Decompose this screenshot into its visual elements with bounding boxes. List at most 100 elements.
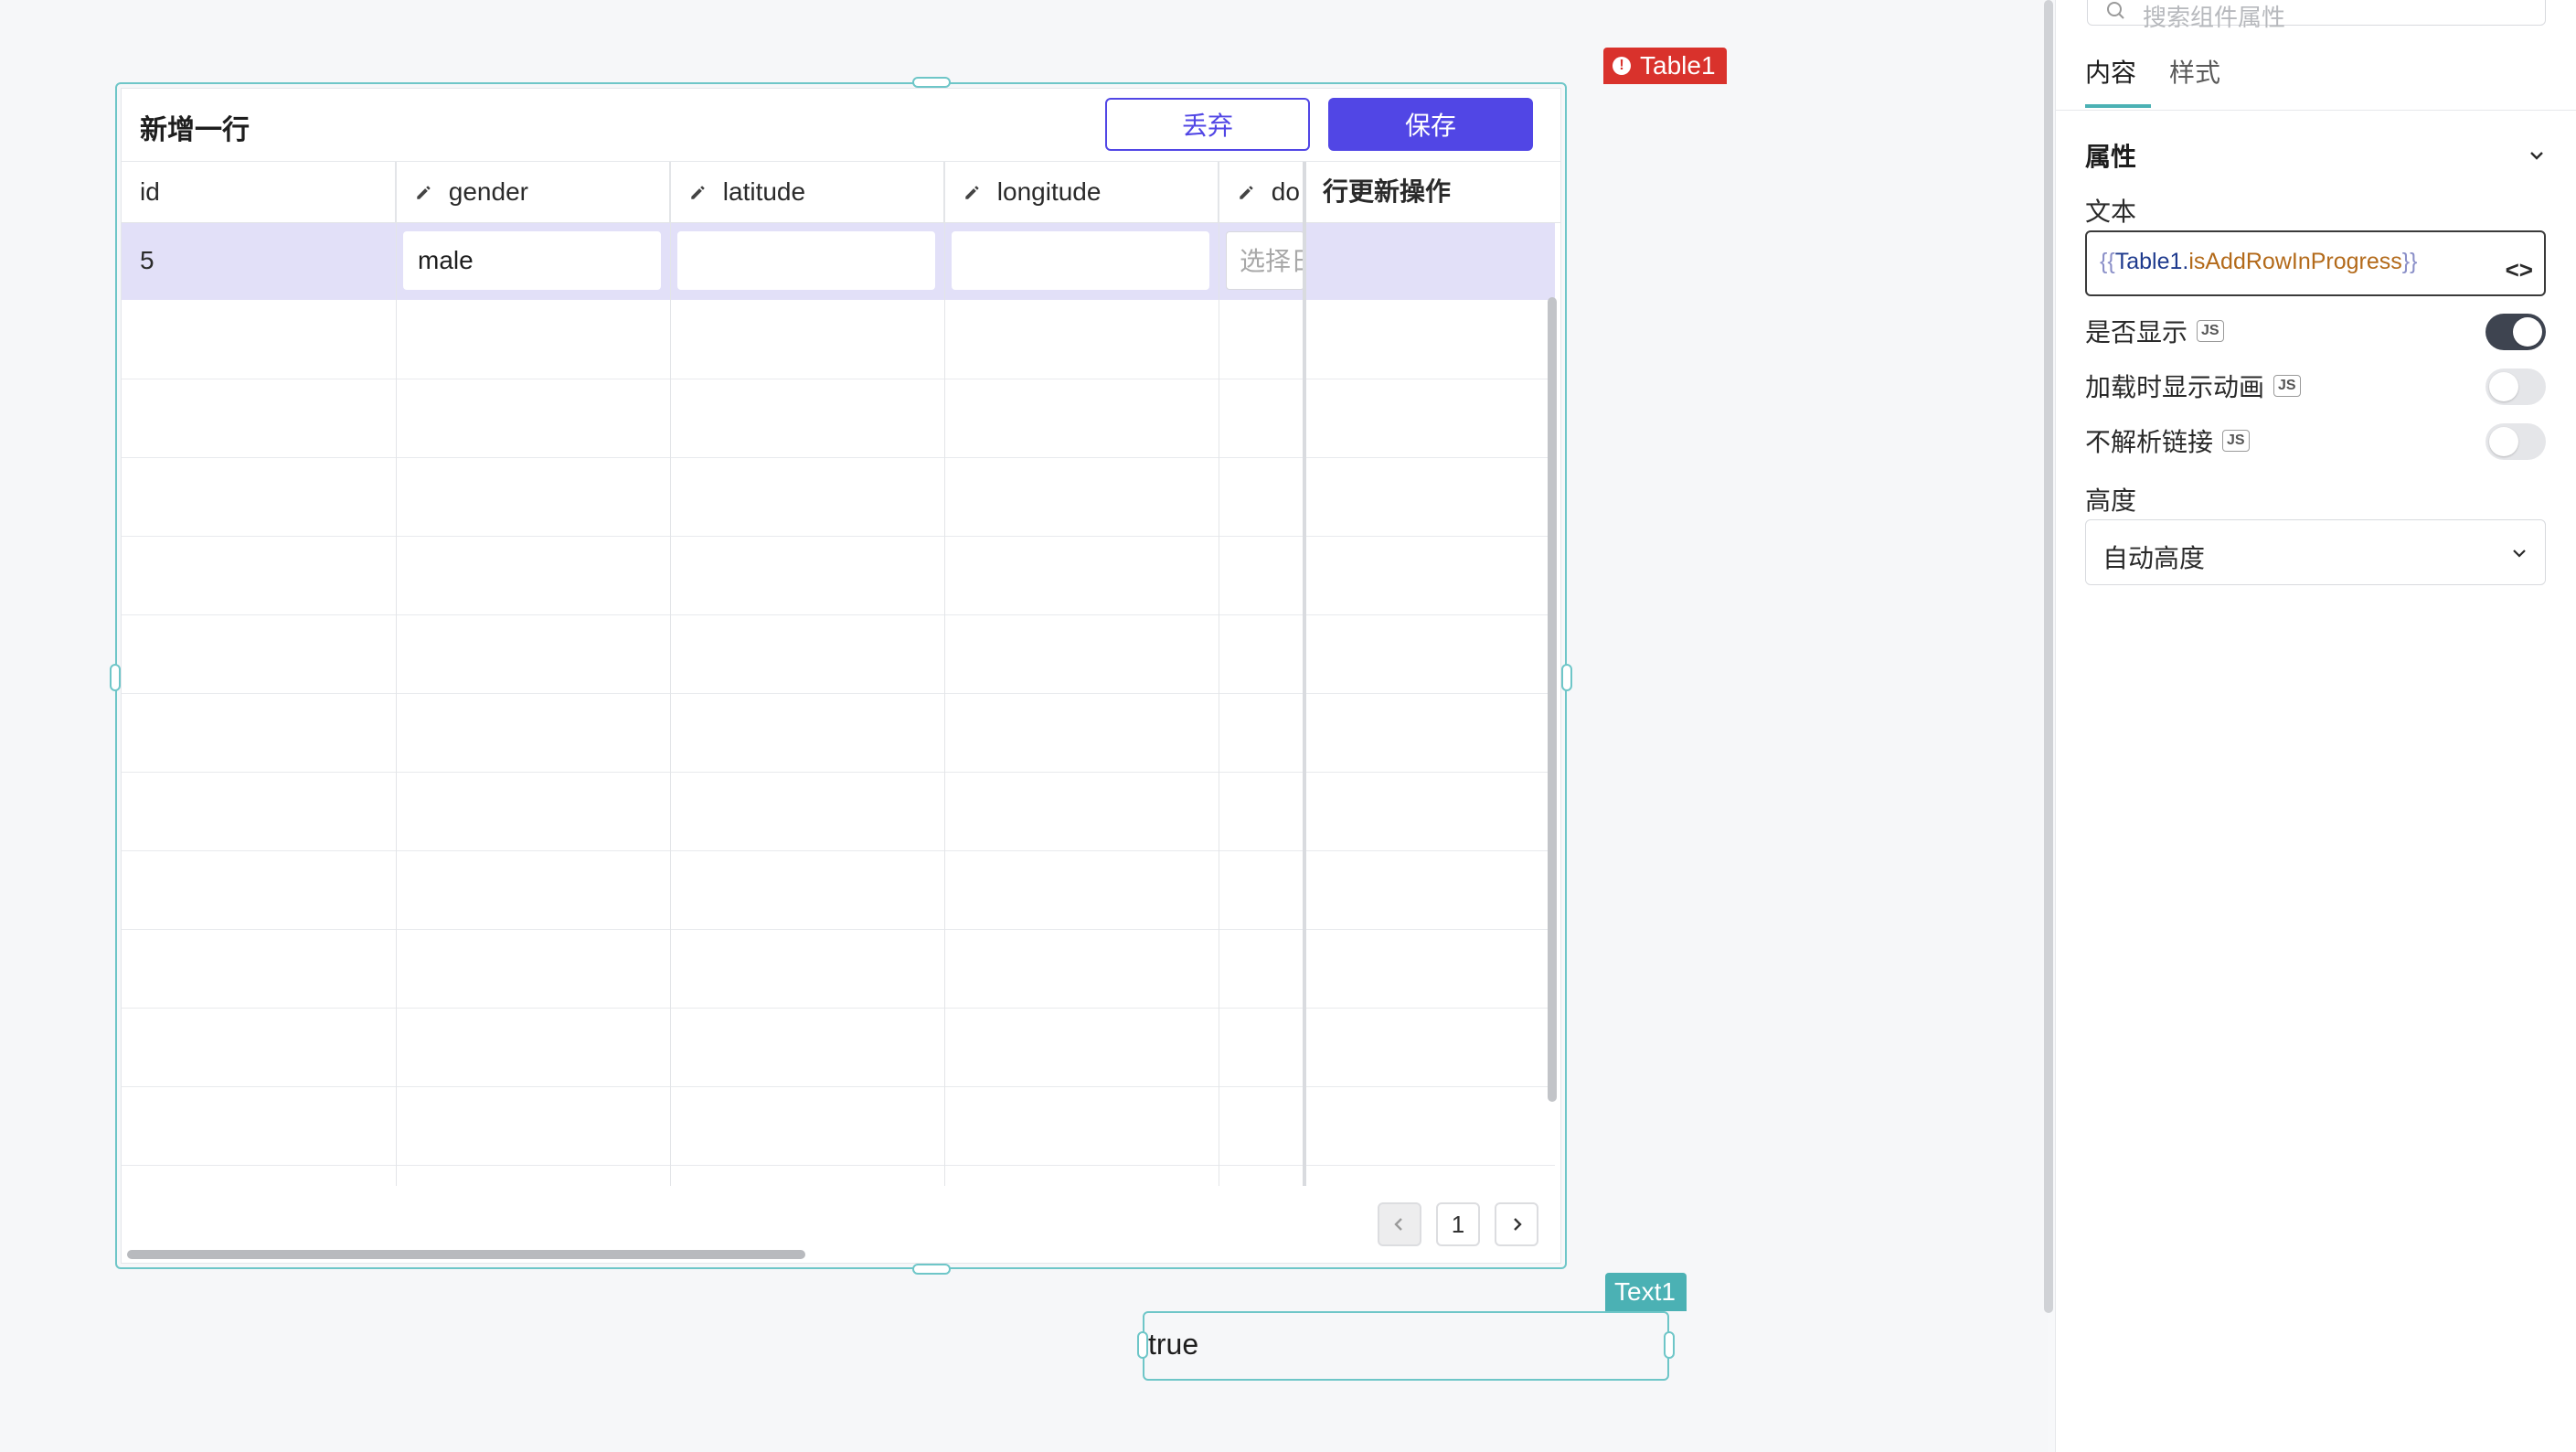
toggle-label: 加载时显示动画: [2085, 373, 2265, 401]
property-search-placeholder: 搜索组件属性: [2143, 4, 2286, 31]
table-row[interactable]: [122, 301, 1555, 379]
column-divider: [670, 162, 671, 1186]
latitude-input[interactable]: [677, 231, 935, 290]
tab-content[interactable]: 内容: [2085, 53, 2136, 90]
column-divider: [944, 162, 945, 1186]
text-field-label: 文本: [2085, 192, 2136, 229]
resize-handle-left[interactable]: [110, 664, 121, 691]
height-select-value: 自动高度: [2102, 544, 2206, 572]
error-alert-icon: !: [1613, 57, 1631, 75]
chevron-down-icon: [2513, 550, 2526, 558]
toggle-knob: [2513, 317, 2542, 347]
tab-style[interactable]: 样式: [2169, 53, 2220, 90]
table-row[interactable]: [122, 851, 1555, 930]
loading-animation-toggle[interactable]: [2486, 368, 2546, 405]
search-icon: [2107, 2, 2124, 19]
resize-handle-top[interactable]: [912, 77, 951, 88]
column-header-row-actions[interactable]: 行更新操作: [1304, 162, 1555, 222]
prev-page-button[interactable]: [1378, 1202, 1421, 1246]
edit-pencil-icon: [417, 186, 431, 199]
toggle-row-loading-animation: 加载时显示动画 JS: [2085, 368, 2301, 404]
resize-handle-left[interactable]: [1137, 1331, 1148, 1359]
binding-object: Table1: [2114, 249, 2183, 274]
binding-open-brace: {{: [2100, 249, 2115, 274]
column-header-id[interactable]: id: [122, 162, 396, 222]
section-title-properties[interactable]: 属性: [2085, 137, 2136, 174]
column-header-gender[interactable]: gender: [396, 162, 670, 222]
resize-handle-right[interactable]: [1561, 664, 1572, 691]
binding-expression: {{Table1.isAddRowInProgress}}: [2100, 249, 2417, 275]
visible-toggle[interactable]: [2486, 314, 2546, 350]
text-widget-name-tag[interactable]: Text1: [1605, 1273, 1687, 1311]
table-widget-name-tag[interactable]: ! Table1: [1603, 48, 1727, 84]
text-widget-value: true: [1148, 1328, 1199, 1361]
column-header-longitude[interactable]: longitude: [944, 162, 1219, 222]
save-button[interactable]: 保存: [1328, 98, 1533, 151]
frozen-column-divider: [1303, 162, 1306, 1186]
table-row[interactable]: [122, 1009, 1555, 1087]
tab-divider: [2056, 110, 2576, 111]
field-label-text: 高度: [2085, 486, 2137, 515]
column-divider: [396, 162, 397, 1186]
table-row[interactable]: [122, 773, 1555, 851]
resize-handle-right[interactable]: [1664, 1331, 1675, 1359]
js-toggle-badge[interactable]: JS: [2273, 375, 2301, 397]
edit-pencil-icon: [691, 186, 705, 199]
editor-canvas: ! Table1 新增一行 丢弃 保存 id gender latitude l…: [0, 0, 2048, 1452]
chevron-left-icon: [1394, 1218, 1402, 1231]
column-header-label: do: [1271, 177, 1300, 206]
table-widget-name: Table1: [1640, 51, 1716, 80]
new-row-id-cell: 5: [140, 246, 154, 274]
binding-property: isAddRowInProgress: [2188, 249, 2402, 274]
toggle-knob: [2489, 372, 2518, 401]
horizontal-scrollbar[interactable]: [127, 1250, 805, 1259]
column-header-label: longitude: [996, 177, 1102, 206]
longitude-input[interactable]: [952, 231, 1209, 290]
canvas-scrollbar[interactable]: [2044, 0, 2053, 1313]
chevron-right-icon: [1514, 1218, 1522, 1231]
height-select[interactable]: 自动高度: [2085, 519, 2546, 585]
chevron-down-icon[interactable]: [2528, 146, 2546, 165]
table-row[interactable]: [122, 1087, 1555, 1166]
field-label-text: 文本: [2085, 198, 2137, 226]
edit-pencil-icon: [965, 186, 979, 199]
table-row[interactable]: [122, 930, 1555, 1009]
table-widget: 新增一行 丢弃 保存 id gender latitude longitude: [121, 88, 1561, 1264]
code-brackets-icon[interactable]: <>: [2506, 256, 2533, 284]
column-header-label: 行更新操作: [1323, 177, 1452, 206]
text-widget-name: Text1: [1614, 1277, 1676, 1306]
column-header-label: gender: [448, 177, 528, 206]
table-row[interactable]: [122, 458, 1555, 537]
binding-close-brace: }}: [2401, 249, 2418, 274]
text-widget[interactable]: [1143, 1311, 1669, 1381]
do-date-picker[interactable]: 选择日: [1226, 231, 1304, 290]
text-binding-input[interactable]: {{Table1.isAddRowInProgress}} <>: [2085, 230, 2546, 296]
column-header-latitude[interactable]: latitude: [670, 162, 944, 222]
column-header-do[interactable]: do: [1219, 162, 1304, 222]
resize-handle-bottom[interactable]: [912, 1264, 951, 1275]
current-page-indicator[interactable]: 1: [1436, 1202, 1480, 1246]
gender-input[interactable]: male: [403, 231, 661, 290]
toggle-label: 不解析链接: [2085, 428, 2214, 456]
column-header-label: id: [140, 177, 160, 206]
table-row[interactable]: [122, 537, 1555, 615]
table-toolbar-title: 新增一行: [140, 115, 250, 145]
discard-button[interactable]: 丢弃: [1105, 98, 1310, 151]
table-row[interactable]: [122, 694, 1555, 773]
vertical-scrollbar[interactable]: [1548, 297, 1557, 1102]
table-row[interactable]: [122, 379, 1555, 458]
disable-links-toggle[interactable]: [2486, 423, 2546, 460]
property-panel: 搜索组件属性 内容 样式 属性 文本 {{Table1.isAddRowInPr…: [2055, 0, 2576, 1452]
js-toggle-badge[interactable]: JS: [2222, 430, 2250, 452]
toggle-row-visible: 是否显示 JS: [2085, 313, 2224, 349]
property-search-input[interactable]: 搜索组件属性: [2087, 0, 2546, 31]
toggle-knob: [2489, 427, 2518, 456]
active-tab-indicator: [2085, 104, 2151, 108]
toggle-row-disable-links: 不解析链接 JS: [2085, 422, 2250, 459]
edit-pencil-icon: [1240, 186, 1253, 199]
next-page-button[interactable]: [1495, 1202, 1538, 1246]
table-toolbar: 新增一行 丢弃 保存: [122, 89, 1560, 162]
table-row[interactable]: [122, 615, 1555, 694]
js-toggle-badge[interactable]: JS: [2197, 320, 2224, 342]
column-header-label: latitude: [722, 177, 806, 206]
